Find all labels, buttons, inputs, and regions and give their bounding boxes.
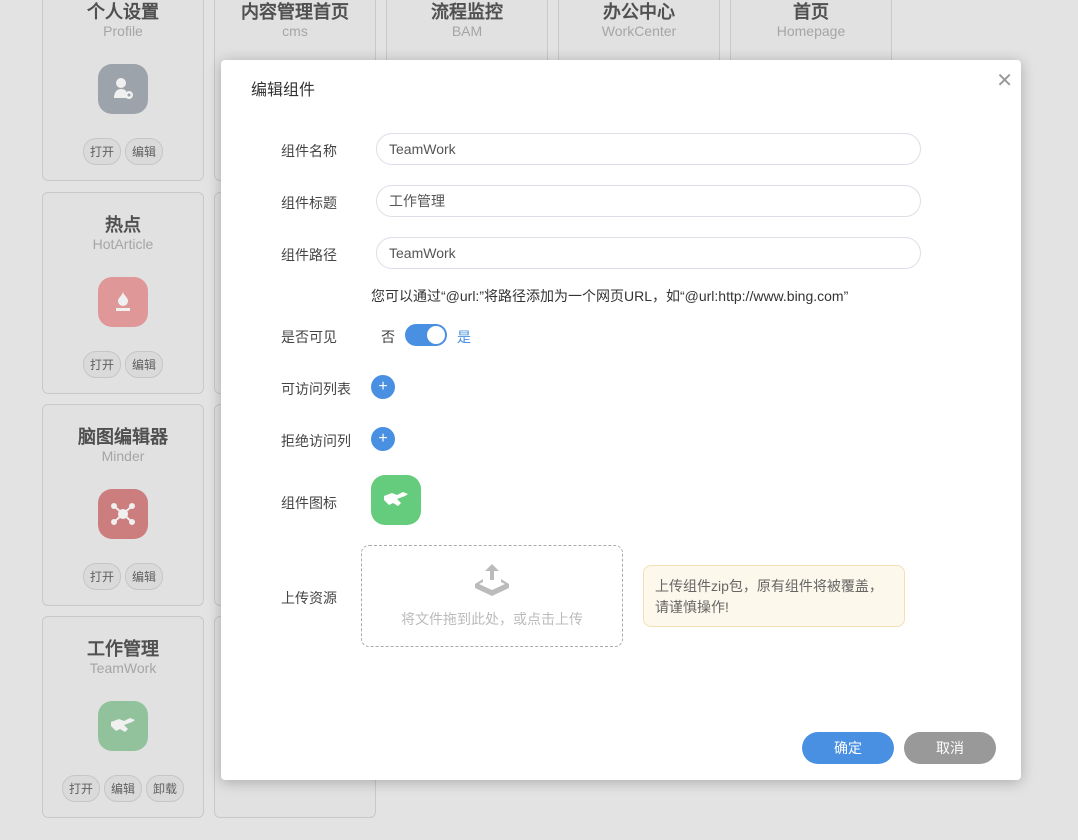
upload-icon [362, 562, 622, 603]
close-icon[interactable]: ✕ [996, 68, 1013, 93]
upload-warning: 上传组件zip包，原有组件将被覆盖，请谨慎操作! [643, 565, 905, 627]
upload-text: 将文件拖到此处，或点击上传 [401, 611, 583, 627]
visible-toggle[interactable] [405, 324, 447, 346]
upload-label: 上传资源 [281, 590, 337, 606]
path-label: 组件路径 [281, 247, 337, 263]
confirm-button[interactable]: 确定 [802, 732, 894, 764]
add-deny-button[interactable]: + [371, 427, 395, 451]
add-allow-button[interactable]: + [371, 375, 395, 399]
handshake-icon[interactable] [371, 475, 421, 525]
visible-off-label: 否 [381, 329, 395, 345]
deny-list-label: 拒绝访问列 [281, 433, 351, 449]
name-label: 组件名称 [281, 143, 337, 159]
title-input[interactable] [376, 185, 921, 217]
path-input[interactable] [376, 237, 921, 269]
allow-list-label: 可访问列表 [281, 381, 351, 397]
dialog-title: 编辑组件 [251, 82, 316, 99]
upload-dropzone[interactable]: 将文件拖到此处，或点击上传 [361, 545, 623, 647]
icon-label: 组件图标 [281, 495, 337, 511]
cancel-button[interactable]: 取消 [904, 732, 996, 764]
visible-on-label: 是 [457, 329, 471, 345]
edit-component-dialog: 编辑组件 ✕ 组件名称 组件标题 组件路径 您可以通过“@url:”将路径添加为… [221, 60, 1021, 780]
name-input[interactable] [376, 133, 921, 165]
path-hint: 您可以通过“@url:”将路径添加为一个网页URL，如“@url:http://… [371, 288, 849, 304]
visible-label: 是否可见 [281, 329, 337, 345]
title-label: 组件标题 [281, 195, 337, 211]
